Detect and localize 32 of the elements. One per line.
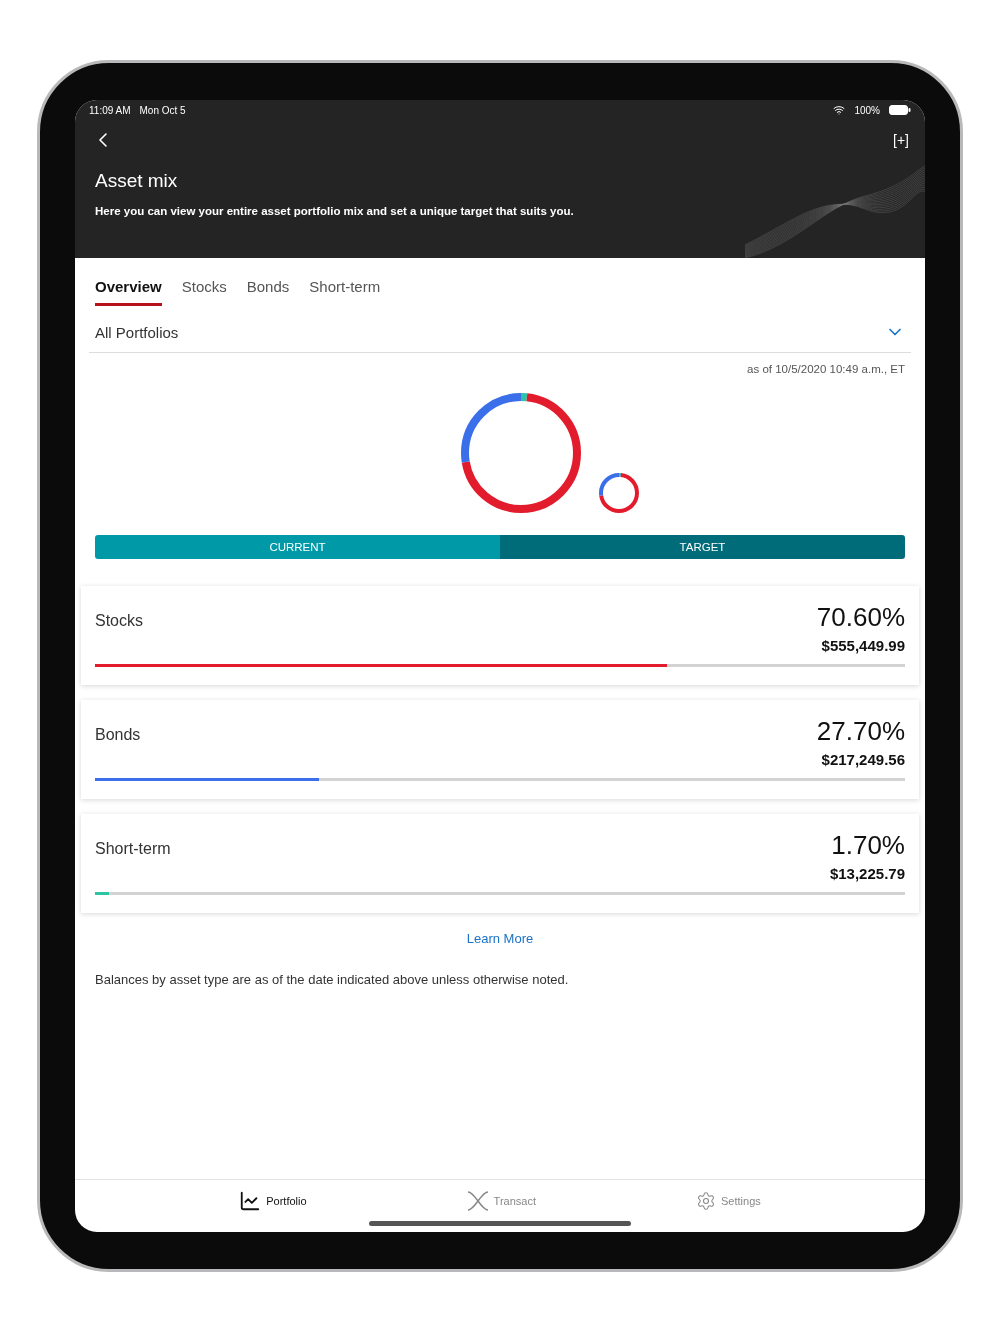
status-time: 11:09 AM bbox=[89, 104, 131, 116]
asset-amount: $555,449.99 bbox=[821, 637, 905, 654]
status-date: Mon Oct 5 bbox=[139, 104, 186, 116]
asset-percent: 70.60% bbox=[816, 602, 905, 633]
donut-drawing bbox=[599, 473, 639, 513]
asset-name: Bonds bbox=[95, 726, 141, 745]
tab[interactable]: Stocks bbox=[181, 278, 227, 306]
portfolio-dropdown[interactable]: All Portfolios bbox=[89, 314, 911, 353]
nav-item[interactable]: Portfolio bbox=[239, 1190, 307, 1212]
page-subtitle: Here you can view your entire asset portfolio mix and set a unique target that suits you. bbox=[95, 205, 575, 217]
asset-amount: $217,249.56 bbox=[821, 751, 905, 768]
nav-item[interactable]: Transact bbox=[466, 1190, 536, 1212]
asset-name: Short-term bbox=[95, 840, 171, 859]
learn-more-link[interactable]: Learn More bbox=[466, 931, 534, 946]
wifi-icon bbox=[833, 104, 846, 116]
disclaimer-text: Balances by asset type are as of the date indicated above unless otherwise noted. bbox=[95, 972, 570, 987]
page-title: Asset mix bbox=[95, 170, 179, 192]
tab[interactable]: Bonds bbox=[246, 278, 290, 306]
segment-button[interactable]: TARGET bbox=[500, 535, 905, 559]
asset-percent: 27.70% bbox=[816, 716, 905, 747]
asset-percent: 1.70% bbox=[831, 830, 905, 861]
battery-percent: 100% bbox=[854, 104, 880, 116]
tab[interactable]: Overview bbox=[95, 278, 162, 306]
asset-name: Stocks bbox=[95, 612, 143, 631]
battery-icon bbox=[889, 105, 911, 115]
as-of-date: as of 10/5/2020 10:49 a.m., ET bbox=[747, 363, 905, 375]
chart-icon bbox=[239, 1190, 262, 1212]
add-button[interactable]: [+] bbox=[893, 132, 909, 148]
asset-amount: $13,225.79 bbox=[829, 865, 905, 882]
tab[interactable]: Short-term bbox=[309, 278, 381, 306]
settings-icon bbox=[696, 1191, 716, 1211]
nav-item[interactable]: Settings bbox=[696, 1190, 761, 1212]
